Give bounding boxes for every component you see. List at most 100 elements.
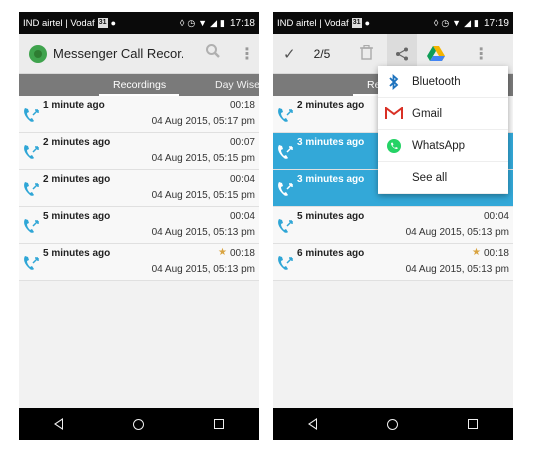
clock: 17:18 xyxy=(229,17,255,29)
nav-bar xyxy=(19,408,259,440)
alarm-icon: ◷ xyxy=(441,17,450,28)
caller-label: 5 minutes ago xyxy=(297,211,365,222)
caller-label: 1 minute ago xyxy=(43,100,105,111)
duration-label: 00:18 xyxy=(229,248,255,259)
duration-label: 00:18 xyxy=(483,248,509,259)
list-item[interactable]: 1 minute ago 00:18 04 Aug 2015, 05:17 pm xyxy=(19,96,259,133)
more-options-icon[interactable]: ⋮ xyxy=(473,44,489,64)
duration-label: 00:04 xyxy=(229,211,255,222)
caller-label: 3 minutes ago xyxy=(297,137,365,148)
alarm-icon: ◷ xyxy=(187,17,196,28)
calendar-icon: 31 xyxy=(97,18,108,28)
bluetooth-icon xyxy=(378,73,410,90)
call-icon xyxy=(24,182,39,196)
duration-label: 00:04 xyxy=(483,211,509,222)
call-icon xyxy=(24,256,39,270)
vibrate-icon: ◊ xyxy=(179,18,185,28)
recent-apps-icon[interactable] xyxy=(468,419,478,429)
tab-recordings[interactable]: Recordings xyxy=(113,79,166,91)
check-icon[interactable]: ✓ xyxy=(283,45,296,63)
status-bar: IND airtel | Vodaf 31 ● ◊ ◷ ▼ ◢ ▮ 17:19 xyxy=(273,12,513,34)
duration-label: 00:18 xyxy=(229,100,255,111)
carrier-label: IND airtel | Vodaf xyxy=(277,17,349,29)
call-icon xyxy=(278,108,293,122)
date-label: 04 Aug 2015, 05:13 pm xyxy=(151,227,255,238)
star-icon[interactable]: ★ xyxy=(218,247,227,258)
app-logo-icon xyxy=(29,44,47,63)
wifi-icon: ▼ xyxy=(198,18,208,28)
back-icon[interactable] xyxy=(54,418,63,430)
date-label: 04 Aug 2015, 05:13 pm xyxy=(405,227,509,238)
vibrate-icon: ◊ xyxy=(433,18,439,28)
duration-label: 00:07 xyxy=(229,137,255,148)
call-icon xyxy=(24,145,39,159)
tab-day-wise[interactable]: Day Wise xyxy=(215,79,259,91)
share-icon xyxy=(396,47,409,60)
star-icon[interactable]: ★ xyxy=(472,247,481,258)
google-drive-icon[interactable] xyxy=(427,45,446,62)
share-option-label: See all xyxy=(412,171,448,184)
back-icon[interactable] xyxy=(308,418,317,430)
caller-label: 2 minutes ago xyxy=(297,100,365,111)
calendar-icon: 31 xyxy=(351,18,362,28)
caller-label: 3 minutes ago xyxy=(297,174,365,185)
call-icon xyxy=(24,108,39,122)
tab-bar: Recordings Day Wise xyxy=(19,74,259,96)
trash-icon[interactable] xyxy=(360,44,374,63)
list-item[interactable]: 2 minutes ago 00:04 04 Aug 2015, 05:15 p… xyxy=(19,170,259,207)
share-menu: Bluetooth Gmail WhatsApp See all xyxy=(378,66,508,194)
selection-count: 2/5 xyxy=(313,46,331,61)
right-phone-screen: IND airtel | Vodaf 31 ● ◊ ◷ ▼ ◢ ▮ 17:19 … xyxy=(273,12,513,440)
caller-label: 2 minutes ago xyxy=(43,174,111,185)
caller-label: 2 minutes ago xyxy=(43,137,111,148)
call-icon xyxy=(278,256,293,270)
date-label: 04 Aug 2015, 05:15 pm xyxy=(151,153,255,164)
carrier-label: IND airtel | Vodaf xyxy=(23,17,95,29)
call-icon xyxy=(278,219,293,233)
app-title: Messenger Call Recor... xyxy=(53,46,183,61)
date-label: 04 Aug 2015, 05:17 pm xyxy=(151,116,255,127)
share-option-label: WhatsApp xyxy=(412,139,466,152)
caller-label: 5 minutes ago xyxy=(43,248,111,259)
list-item[interactable]: 5 minutes ago ★ 00:18 04 Aug 2015, 05:13… xyxy=(19,244,259,281)
share-option-whatsapp[interactable]: WhatsApp xyxy=(378,130,508,162)
list-item[interactable]: 6 minutes ago ★ 00:18 04 Aug 2015, 05:13… xyxy=(273,244,513,281)
list-item[interactable]: 2 minutes ago 00:07 04 Aug 2015, 05:15 p… xyxy=(19,133,259,170)
call-icon xyxy=(278,182,293,196)
date-label: 04 Aug 2015, 05:13 pm xyxy=(151,264,255,275)
share-option-label: Gmail xyxy=(412,107,443,120)
share-option-label: Bluetooth xyxy=(412,75,461,88)
left-phone-screen: IND airtel | Vodaf 31 ● ◊ ◷ ▼ ◢ ▮ 17:18 … xyxy=(19,12,259,440)
status-bar: IND airtel | Vodaf 31 ● ◊ ◷ ▼ ◢ ▮ 17:18 xyxy=(19,12,259,34)
bulb-icon: ● xyxy=(110,18,117,28)
app-toolbar: Messenger Call Recor... ⋮ xyxy=(19,34,259,74)
date-label: 04 Aug 2015, 05:15 pm xyxy=(151,190,255,201)
recordings-list: 1 minute ago 00:18 04 Aug 2015, 05:17 pm… xyxy=(19,96,259,281)
battery-icon: ▮ xyxy=(220,17,225,28)
call-icon xyxy=(278,145,293,159)
date-label: 04 Aug 2015, 05:13 pm xyxy=(405,264,509,275)
call-icon xyxy=(24,219,39,233)
list-item[interactable]: 5 minutes ago 00:04 04 Aug 2015, 05:13 p… xyxy=(273,207,513,244)
home-icon[interactable] xyxy=(133,418,144,430)
caller-label: 6 minutes ago xyxy=(297,248,365,259)
caller-label: 5 minutes ago xyxy=(43,211,111,222)
whatsapp-icon xyxy=(378,138,410,154)
share-option-gmail[interactable]: Gmail xyxy=(378,98,508,130)
signal-icon: ◢ xyxy=(464,17,472,28)
more-options-icon[interactable]: ⋮ xyxy=(239,44,255,64)
gmail-icon xyxy=(378,107,410,120)
recent-apps-icon[interactable] xyxy=(214,419,224,429)
search-icon[interactable] xyxy=(205,43,221,64)
duration-label: 00:04 xyxy=(229,174,255,185)
home-icon[interactable] xyxy=(387,418,398,430)
battery-icon: ▮ xyxy=(474,17,479,28)
list-item[interactable]: 5 minutes ago 00:04 04 Aug 2015, 05:13 p… xyxy=(19,207,259,244)
clock: 17:19 xyxy=(483,17,509,29)
wifi-icon: ▼ xyxy=(452,18,462,28)
nav-bar xyxy=(273,408,513,440)
signal-icon: ◢ xyxy=(210,17,218,28)
bulb-icon: ● xyxy=(364,18,371,28)
share-option-see-all[interactable]: See all xyxy=(378,162,508,194)
share-option-bluetooth[interactable]: Bluetooth xyxy=(378,66,508,98)
